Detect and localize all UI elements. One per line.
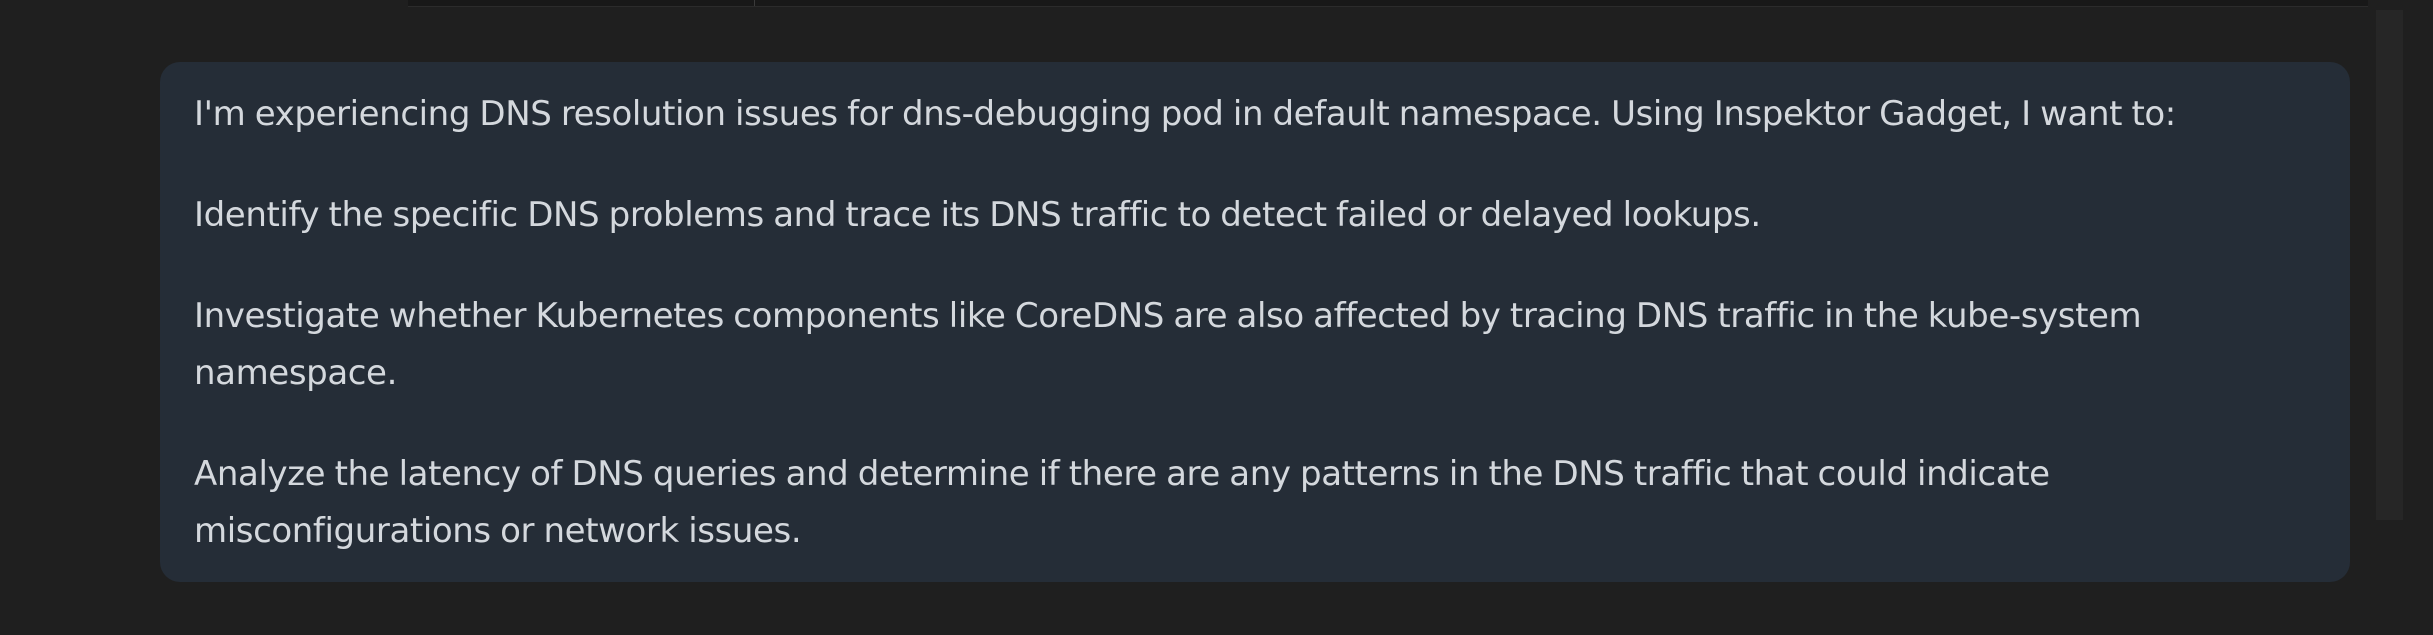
message-paragraph-investigate: Investigate whether Kubernetes component…	[194, 296, 2142, 393]
top-edge-strip	[408, 0, 2368, 7]
user-message-bubble: I'm experiencing DNS resolution issues f…	[160, 62, 2350, 582]
message-paragraph-analyze: Analyze the latency of DNS queries and d…	[194, 454, 2050, 551]
message-paragraph-intro: I'm experiencing DNS resolution issues f…	[194, 94, 2176, 134]
message-paragraph-identify: Identify the specific DNS problems and t…	[194, 195, 1761, 235]
chat-scrollbar[interactable]	[2376, 10, 2403, 520]
panel-divider	[754, 0, 755, 6]
